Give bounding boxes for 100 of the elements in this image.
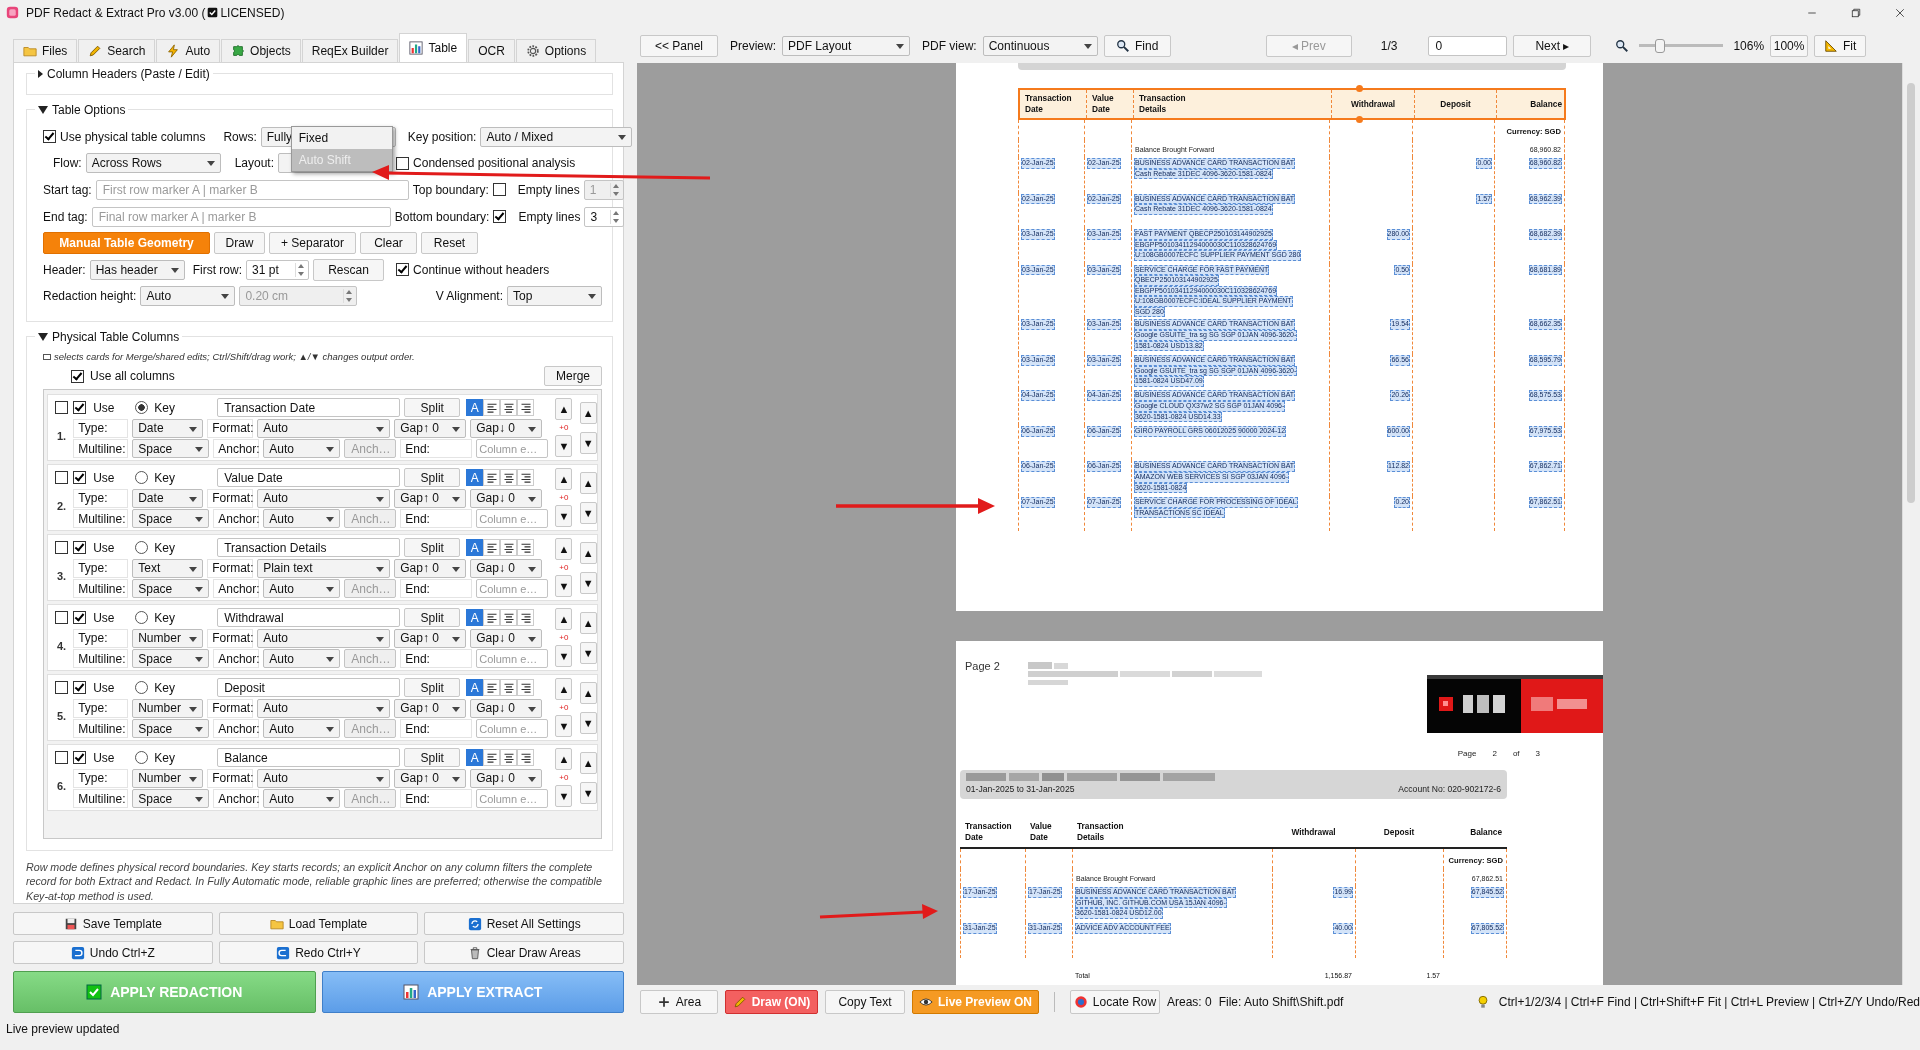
align-right-button[interactable] [517, 539, 535, 557]
checkbox[interactable] [43, 130, 56, 144]
checkbox[interactable] [396, 156, 410, 170]
dropdown[interactable]: Space [132, 579, 210, 599]
add-area-button[interactable]: Area [640, 990, 718, 1014]
checkbox[interactable] [73, 541, 87, 555]
slider-thumb[interactable] [1655, 39, 1666, 53]
button[interactable]: Reset All Settings [424, 912, 624, 935]
button[interactable]: + Separator [269, 232, 356, 255]
radio-button[interactable] [135, 401, 149, 415]
dropdown[interactable]: Gap↑ 0 [394, 768, 467, 788]
input-field[interactable]: 0 [1428, 36, 1508, 56]
order-down-button[interactable]: ▼ [579, 711, 597, 734]
auto-align-button[interactable]: A [466, 749, 484, 767]
dropdown[interactable]: Top [507, 286, 602, 307]
button[interactable]: Clear Draw Areas [424, 941, 624, 964]
dropdown[interactable]: Gap↓ 0 [470, 488, 543, 508]
button[interactable]: Reset [421, 232, 478, 255]
move-down-button[interactable]: ▼ [555, 505, 573, 528]
checkbox[interactable] [493, 210, 507, 224]
input-field[interactable]: First row marker A | marker B [95, 179, 409, 200]
move-up-button[interactable]: ▲ [555, 468, 573, 491]
button[interactable]: Save Template [13, 912, 213, 935]
align-right-button[interactable] [517, 749, 535, 767]
dropdown[interactable]: Continuous [982, 36, 1098, 56]
expand-arrow-icon[interactable] [38, 333, 48, 342]
checkbox[interactable] [492, 183, 506, 197]
copy-text-button[interactable]: Copy Text [825, 990, 905, 1014]
split-button[interactable]: Split [404, 678, 461, 698]
checkbox[interactable] [73, 611, 87, 625]
align-right-button[interactable] [517, 679, 535, 697]
locate-row-button[interactable]: Locate Row [1070, 990, 1160, 1014]
dropdown[interactable]: Gap↓ 0 [470, 558, 543, 578]
input-field[interactable]: Value Date [217, 468, 401, 488]
section-header[interactable]: Column Headers (Paste / Edit) [35, 66, 213, 82]
dropdown[interactable]: Gap↑ 0 [394, 628, 467, 648]
auto-align-button[interactable]: A [466, 539, 484, 557]
button[interactable]: Draw [214, 232, 265, 255]
input-field[interactable]: Column e… [476, 649, 549, 669]
input-field[interactable]: Column e… [476, 509, 549, 529]
align-left-button[interactable] [483, 679, 501, 697]
panel-button[interactable]: << Panel [640, 35, 718, 57]
dropdown[interactable]: Space [132, 649, 210, 669]
dropdown[interactable]: Auto / Mixed [480, 126, 633, 147]
order-down-button[interactable]: ▼ [579, 781, 597, 804]
checkbox[interactable] [73, 471, 87, 485]
dropdown[interactable]: Plain text [257, 558, 391, 578]
align-left-button[interactable] [483, 749, 501, 767]
move-up-button[interactable]: ▲ [555, 678, 573, 701]
move-down-button[interactable]: ▼ [555, 435, 573, 458]
dropdown[interactable]: Auto [257, 768, 391, 788]
dropdown[interactable]: Auto [257, 698, 391, 718]
split-button[interactable]: Split [404, 398, 461, 418]
button[interactable]: Clear [360, 232, 417, 255]
checkbox[interactable] [55, 751, 69, 765]
input-field[interactable]: Column e… [476, 719, 549, 739]
dropdown[interactable]: Number [132, 698, 204, 718]
input-field[interactable]: Transaction Date [217, 398, 401, 418]
move-down-button[interactable]: ▼ [555, 785, 573, 808]
dropdown[interactable]: Space [132, 509, 210, 529]
radio-button[interactable] [135, 611, 149, 625]
dropdown[interactable]: Has header [89, 259, 185, 280]
tab[interactable]: Search [78, 39, 156, 62]
split-button[interactable]: Split [404, 538, 461, 558]
dropdown[interactable]: Date [132, 418, 204, 438]
input-field[interactable]: Column e… [476, 789, 549, 809]
order-up-button[interactable]: ▲ [579, 472, 597, 495]
move-down-button[interactable]: ▼ [555, 645, 573, 668]
section-header[interactable]: Physical Table Columns [35, 329, 183, 346]
checkbox[interactable] [71, 369, 84, 383]
order-down-button[interactable]: ▼ [579, 571, 597, 594]
expand-arrow-icon[interactable] [38, 70, 43, 78]
dropdown[interactable]: Auto [257, 628, 391, 648]
dropdown[interactable]: Gap↑ 0 [394, 418, 467, 438]
order-up-button[interactable]: ▲ [579, 542, 597, 565]
order-up-button[interactable]: ▲ [579, 682, 597, 705]
input-field[interactable]: Withdrawal [217, 608, 401, 628]
radio-button[interactable] [135, 681, 149, 695]
dropdown[interactable]: Auto [257, 488, 391, 508]
align-left-button[interactable] [483, 469, 501, 487]
align-center-button[interactable] [500, 609, 518, 627]
align-right-button[interactable] [517, 469, 535, 487]
button[interactable]: Undo Ctrl+Z [13, 941, 213, 964]
zoom-reset-button[interactable]: 100% [1770, 35, 1809, 57]
move-down-button[interactable]: ▼ [555, 575, 573, 598]
align-left-button[interactable] [483, 539, 501, 557]
fit-button[interactable]: Fit [1814, 35, 1867, 57]
align-left-button[interactable] [483, 399, 501, 417]
split-button[interactable]: Split [404, 608, 461, 628]
rescan-button[interactable]: Rescan [313, 258, 385, 281]
dropdown[interactable]: Gap↑ 0 [394, 488, 467, 508]
order-up-button[interactable]: ▲ [579, 402, 597, 425]
dropdown[interactable]: Text [132, 558, 204, 578]
align-center-button[interactable] [500, 399, 518, 417]
input-field[interactable]: Deposit [217, 678, 401, 698]
align-right-button[interactable] [517, 609, 535, 627]
checkbox[interactable] [73, 401, 87, 415]
split-button[interactable]: Split [404, 468, 461, 488]
dropdown[interactable]: Space [132, 789, 210, 809]
input-field[interactable]: Transaction Details [217, 538, 401, 558]
